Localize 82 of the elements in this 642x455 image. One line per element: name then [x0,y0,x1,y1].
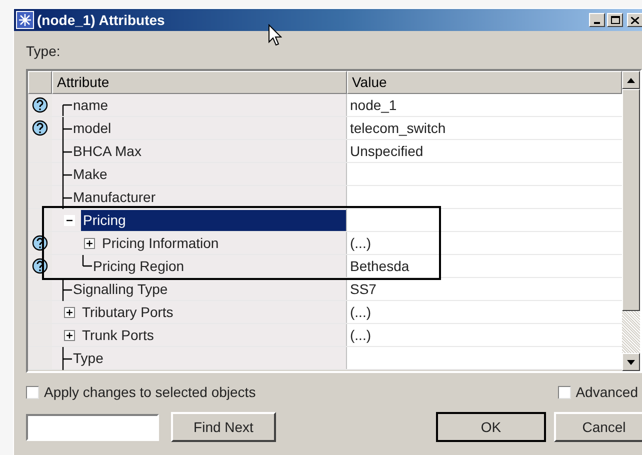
cancel-button[interactable]: Cancel [554,412,642,442]
attribute-name[interactable]: Trunk Ports [81,324,154,346]
value-cell[interactable]: (...) [347,232,622,254]
type-label: Type: [26,42,60,61]
tree-connector-icon [62,278,72,300]
attribute-name[interactable]: name [72,94,108,116]
value-cell[interactable]: (...) [347,301,622,323]
expand-icon[interactable] [64,306,75,318]
attribute-name[interactable]: Make [72,164,108,184]
attribute-name[interactable]: Tributary Ports [81,302,174,322]
value-cell[interactable] [347,186,622,208]
help-icon[interactable] [32,258,48,274]
row-header-cell [28,301,52,323]
table-row[interactable]: Manufacturer [28,186,622,209]
scroll-up-button[interactable] [622,71,640,89]
tree-connector-icon [62,162,72,186]
value-cell[interactable] [347,163,622,185]
table-row[interactable]: Signalling Type SS7 [28,278,622,301]
checkbox-label[interactable]: Advanced [576,382,638,403]
column-header[interactable]: Attribute [52,71,347,94]
checkbox[interactable] [26,386,39,399]
collapse-icon[interactable] [64,214,75,226]
checkbox[interactable] [558,386,571,399]
table-row[interactable]: Type [28,347,622,370]
row-header-cell [28,186,52,208]
row-header-cell [28,163,52,185]
minimize-button[interactable] [589,13,605,27]
table-row[interactable]: model telecom_switch [28,117,622,140]
table-row[interactable]: name node_1 [28,94,622,117]
tree-connector-icon [62,140,72,162]
attribute-name[interactable]: BHCA Max [72,140,142,162]
help-icon[interactable] [32,97,48,113]
table-row[interactable]: Pricing [28,209,622,232]
help-icon[interactable] [32,235,48,251]
expand-icon[interactable] [84,238,95,248]
scroll-down-button[interactable] [622,353,640,371]
value-cell[interactable]: node_1 [347,94,622,116]
attribute-name[interactable]: Manufacturer [72,186,156,208]
help-icon[interactable] [32,120,48,136]
tree-connector-icon [62,346,72,370]
expand-icon[interactable] [64,330,75,340]
table-row[interactable]: BHCA Max Unspecified [28,140,622,163]
value-cell[interactable]: SS7 [347,278,622,300]
ok-button[interactable]: OK [436,412,546,442]
scroll-thumb[interactable] [622,89,640,311]
value-cell[interactable] [347,347,622,369]
attribute-name[interactable]: Type [72,348,104,368]
checkbox-label[interactable]: Apply changes to selected objects [44,382,256,403]
attribute-name[interactable]: Pricing [81,210,346,230]
table-row[interactable]: Make [28,163,622,186]
attribute-name[interactable]: Pricing Region [92,256,184,276]
row-header-cell [28,140,52,162]
down-arrow-icon [627,360,635,364]
value-cell[interactable]: Bethesda [347,255,622,277]
value-cell[interactable]: telecom_switch [347,117,622,139]
up-arrow-icon [627,78,635,82]
attribute-name[interactable]: Signalling Type [72,278,168,300]
close-button[interactable] [627,13,642,27]
maximize-button[interactable] [607,13,623,27]
row-header-cell [28,278,52,300]
column-header[interactable]: Value [347,71,622,94]
find-field[interactable] [26,414,159,440]
row-header-cell [28,347,52,369]
scrollbar[interactable] [622,71,640,371]
row-header-cell [28,209,52,231]
app-icon [16,11,34,29]
window-title: (node_1) Attributes [37,10,165,30]
tree-connector-icon [82,255,92,267]
attribute-name[interactable]: model [72,118,112,138]
table-row[interactable]: Tributary Ports (...) [28,301,622,324]
close-icon [631,16,639,24]
value-cell[interactable]: Unspecified [347,140,622,162]
value-cell[interactable]: (...) [347,324,622,346]
table-row[interactable]: Pricing Region Bethesda [28,255,622,278]
table-row[interactable]: Trunk Ports (...) [28,324,622,347]
row-header-cell [28,324,52,346]
mouse-cursor-icon [268,24,282,46]
find-next-button[interactable]: Find Next [171,412,276,442]
attribute-name[interactable]: Pricing Information [101,232,219,254]
table-row[interactable]: Pricing Information (...) [28,232,622,255]
tree-connector-icon [62,186,72,208]
value-cell[interactable] [347,209,622,231]
